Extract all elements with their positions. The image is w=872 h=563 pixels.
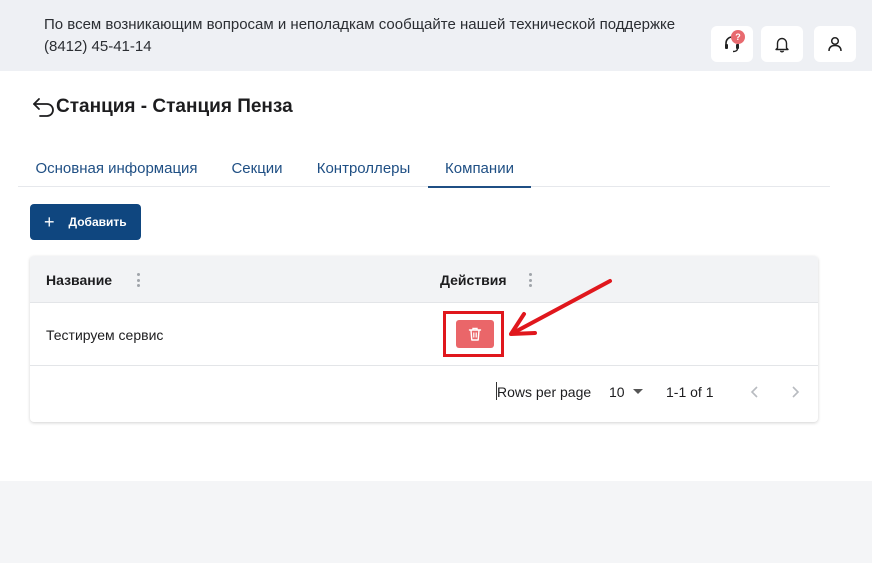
column-menu-icon[interactable]: [136, 273, 140, 287]
rows-per-page-value: 10: [609, 384, 625, 400]
main-content: Станция - Станция Пенза Основная информа…: [0, 71, 872, 481]
tab-bar: Основная информация Секции Контроллеры К…: [18, 149, 830, 188]
add-button-label: Добавить: [68, 215, 127, 229]
page-title: Станция - Станция Пенза: [56, 96, 293, 117]
page-range: 1-1 of 1: [666, 384, 714, 400]
annotation-arrow-icon: [509, 279, 612, 336]
user-icon: [828, 36, 842, 52]
caret-down-icon: [632, 389, 643, 394]
trash-icon: [468, 327, 482, 341]
support-text-line: По всем возникающим вопросам и неполадка…: [44, 16, 676, 33]
rows-per-page-label: Rows per page: [497, 384, 592, 400]
company-name-cell: Тестируем сервис: [46, 326, 164, 343]
bell-icon: [775, 37, 789, 53]
tab-main-info[interactable]: Основная информация: [18, 149, 215, 187]
pagination: Rows per page 10 1-1 of 1: [30, 366, 818, 422]
delete-button[interactable]: [456, 320, 494, 348]
back-arrow-icon[interactable]: [32, 95, 56, 117]
support-badge: ?: [731, 30, 745, 44]
tab-sections[interactable]: Секции: [215, 149, 299, 187]
chevron-left-icon[interactable]: [748, 384, 762, 400]
column-header-name: Название: [46, 271, 113, 288]
notifications-button[interactable]: [761, 26, 803, 62]
support-phone: (8412) 45-41-14: [44, 38, 152, 55]
plus-icon: +: [44, 212, 55, 232]
support-notice: По всем возникающим вопросам и неполадка…: [44, 14, 704, 58]
top-bar: По всем возникающим вопросам и неполадка…: [0, 0, 872, 71]
add-button[interactable]: + Добавить: [30, 204, 141, 240]
profile-button[interactable]: [814, 26, 856, 62]
table-row: Тестируем сервис: [30, 303, 818, 366]
support-button[interactable]: ?: [711, 26, 753, 62]
table-header: Название Действия: [30, 256, 818, 303]
column-header-actions: Действия: [440, 271, 507, 288]
tab-companies[interactable]: Компании: [428, 149, 531, 188]
companies-table: Название Действия Тестируем сервис Rows …: [30, 256, 818, 422]
tab-controllers[interactable]: Контроллеры: [299, 149, 428, 187]
rows-per-page-select[interactable]: 10: [609, 384, 643, 400]
chevron-right-icon[interactable]: [788, 384, 802, 400]
